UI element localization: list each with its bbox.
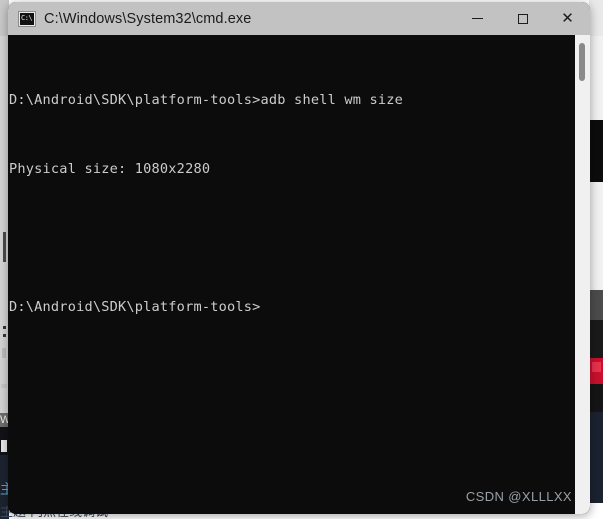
maximize-icon (517, 13, 528, 24)
console-line-prompt: D:\Android\SDK\platform-tools> (9, 296, 574, 319)
background-right-titlebar-sliver (589, 0, 603, 36)
background-left-marker-4 (1, 384, 7, 388)
background-right-block-1 (589, 120, 603, 182)
background-right-block-3 (589, 320, 603, 358)
console-line-prompt-command: D:\Android\SDK\platform-tools>adb shell … (9, 92, 404, 108)
cmd-console-icon (18, 10, 36, 27)
cmd-window: C:\Windows\System32\cmd.exe ✕ D:\Android… (8, 2, 590, 514)
window-titlebar[interactable]: C:\Windows\System32\cmd.exe ✕ (8, 2, 590, 35)
maximize-button[interactable] (500, 2, 545, 35)
minimize-button[interactable] (455, 2, 500, 35)
window-title: C:\Windows\System32\cmd.exe (44, 10, 252, 27)
console-text: D:\Android\SDK\platform-tools>adb shell … (9, 43, 574, 365)
background-left-chip (1, 440, 7, 452)
background-right-block-2 (589, 290, 603, 320)
console-scrollbar-thumb[interactable] (579, 43, 585, 81)
background-left-marker-2 (3, 334, 6, 337)
background-right-red-highlight (592, 362, 601, 372)
console-prompt-text: D:\Android\SDK\platform-tools> (9, 299, 261, 315)
background-left-marker-3 (2, 348, 6, 358)
background-left-marker-1 (3, 326, 6, 329)
watermark-text: CSDN @XLLLXX (465, 489, 572, 504)
console-output-area[interactable]: D:\Android\SDK\platform-tools>adb shell … (8, 35, 590, 514)
close-button[interactable]: ✕ (545, 2, 590, 35)
window-controls: ✕ (455, 2, 590, 35)
minimize-icon (472, 18, 483, 19)
console-scrollbar[interactable] (575, 35, 590, 514)
close-icon: ✕ (561, 9, 574, 27)
background-right-block-4 (589, 384, 603, 412)
background-left-scrollbar (3, 232, 6, 262)
console-line-output: Physical size: 1080x2280 (9, 161, 211, 177)
